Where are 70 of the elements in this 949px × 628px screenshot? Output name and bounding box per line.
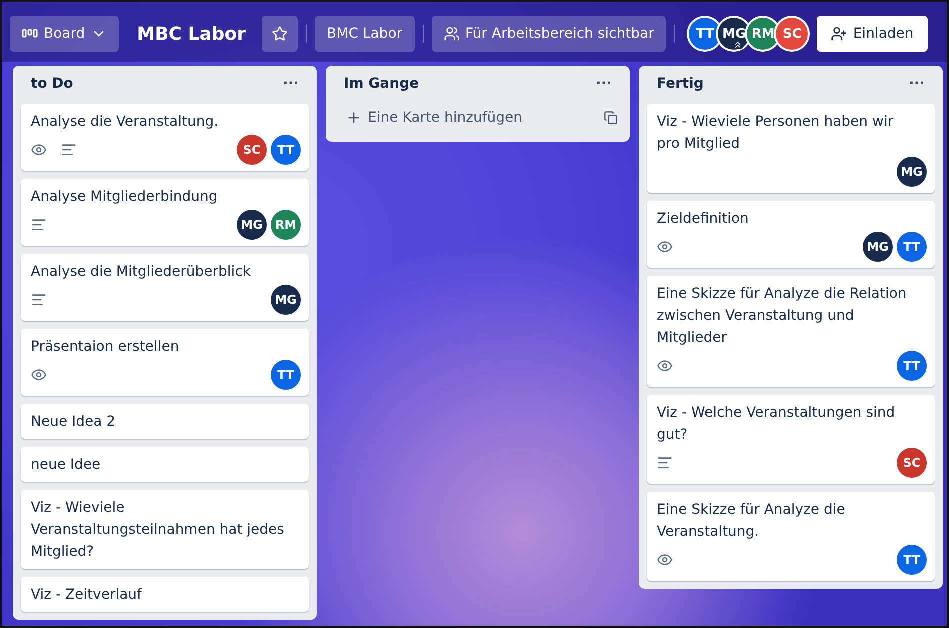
member-avatar[interactable]: MG bbox=[897, 157, 927, 187]
member-avatar[interactable]: TT bbox=[897, 545, 927, 575]
list-menu-button[interactable]: ··· bbox=[592, 76, 616, 92]
card[interactable]: neue Idee bbox=[21, 447, 309, 482]
member-avatar[interactable]: MG bbox=[718, 18, 750, 50]
add-user-icon bbox=[831, 26, 848, 42]
card-title: Eine Skizze für Analyze die Veranstaltung. bbox=[657, 501, 846, 542]
people-icon bbox=[444, 26, 460, 42]
plus-icon bbox=[346, 110, 362, 126]
card-title: Präsentaion erstellen bbox=[31, 338, 180, 357]
card[interactable]: Viz - Wieviele Personen haben wir pro Mitglied MG bbox=[647, 104, 935, 193]
card[interactable]: Analyse die Veranstaltung. SC TT bbox=[21, 104, 309, 171]
list-menu-button[interactable]: ··· bbox=[905, 76, 929, 92]
card-title: Analyse Mitgliederbindung bbox=[31, 188, 219, 207]
member-avatar[interactable]: SC bbox=[897, 448, 927, 478]
card[interactable]: Eine Skizze für Analyze die Relation zwischen Veranstaltung und Mitglieder TT bbox=[647, 276, 935, 387]
visibility-button[interactable]: Für Arbeitsbereich sichtbar bbox=[432, 16, 666, 52]
list-menu-button[interactable]: ··· bbox=[279, 76, 303, 92]
card[interactable]: Analyse Mitgliederbindung MG RM bbox=[21, 179, 309, 246]
card[interactable]: Viz - Wieviele Veranstaltungsteilnahmen hat jedes Mitglied? bbox=[21, 490, 309, 569]
member-avatar[interactable]: SC bbox=[776, 18, 808, 50]
eye-icon bbox=[657, 358, 673, 374]
eye-icon bbox=[657, 552, 673, 568]
card[interactable]: Viz - Welche Veranstaltungen sind gut? SC bbox=[647, 395, 935, 484]
template-icon[interactable] bbox=[604, 111, 618, 125]
eye-icon bbox=[657, 239, 673, 255]
member-avatar[interactable]: SC bbox=[237, 135, 267, 165]
member-avatar[interactable]: TT bbox=[271, 360, 301, 390]
description-icon bbox=[657, 455, 673, 471]
list-title[interactable]: Fertig bbox=[657, 76, 704, 92]
card[interactable]: Zieldefinition MG TT bbox=[647, 201, 935, 268]
card[interactable]: Präsentaion erstellen TT bbox=[21, 329, 309, 396]
description-icon bbox=[31, 292, 47, 308]
card[interactable]: Eine Skizze für Analyze die Veranstaltung. TT bbox=[647, 492, 935, 581]
eye-icon bbox=[31, 367, 47, 383]
board-title[interactable]: MBC Labor bbox=[137, 24, 246, 44]
workspace-button[interactable]: BMC Labor bbox=[315, 16, 415, 52]
member-avatar[interactable]: TT bbox=[897, 232, 927, 262]
member-avatar[interactable]: MG bbox=[271, 285, 301, 315]
card[interactable]: Analyse die Mitgliederüberblick MG bbox=[21, 254, 309, 321]
card-title: Viz - Wieviele Veranstaltungsteilnahmen hat jedes Mitglied? bbox=[31, 499, 286, 562]
add-card-button[interactable]: Eine Karte hinzufügen bbox=[346, 106, 523, 130]
star-button[interactable] bbox=[262, 16, 298, 52]
card-title: Viz - Welche Veranstaltungen sind gut? bbox=[657, 404, 896, 445]
card-title: Zieldefinition bbox=[657, 210, 750, 229]
member-avatar[interactable]: TT bbox=[271, 135, 301, 165]
member-avatar[interactable]: MG bbox=[237, 210, 267, 240]
description-icon bbox=[31, 217, 47, 233]
card-title: Viz - Wieviele Personen haben wir pro Mitglied bbox=[657, 113, 895, 154]
member-avatar[interactable]: MG bbox=[863, 232, 893, 262]
list-title[interactable]: Im Gange bbox=[344, 76, 420, 92]
list-title[interactable]: to Do bbox=[31, 76, 74, 92]
card-title: Eine Skizze für Analyze die Relation zwischen Veranstaltung und Mitglieder bbox=[657, 285, 908, 348]
member-avatar[interactable]: RM bbox=[747, 18, 780, 50]
card-title: neue Idee bbox=[31, 456, 102, 475]
board-icon bbox=[22, 28, 38, 40]
card[interactable]: Viz - Zeitverlauf bbox=[21, 577, 309, 612]
card[interactable]: Neue Idea 2 bbox=[21, 404, 309, 439]
member-avatar[interactable]: TT bbox=[689, 18, 722, 50]
star-icon bbox=[272, 26, 288, 42]
board-view-button[interactable]: Board bbox=[10, 16, 120, 52]
card-title: Analyse die Veranstaltung. bbox=[31, 113, 220, 132]
member-avatar[interactable]: TT bbox=[897, 351, 927, 381]
invite-button[interactable]: Einladen bbox=[817, 16, 928, 52]
eye-icon bbox=[31, 142, 47, 158]
card-title: Viz - Zeitverlauf bbox=[31, 586, 144, 605]
member-avatar[interactable]: RM bbox=[271, 210, 301, 240]
card-title: Analyse die Mitgliederüberblick bbox=[31, 263, 252, 282]
description-icon bbox=[61, 142, 77, 158]
card-title: Neue Idea 2 bbox=[31, 413, 117, 432]
